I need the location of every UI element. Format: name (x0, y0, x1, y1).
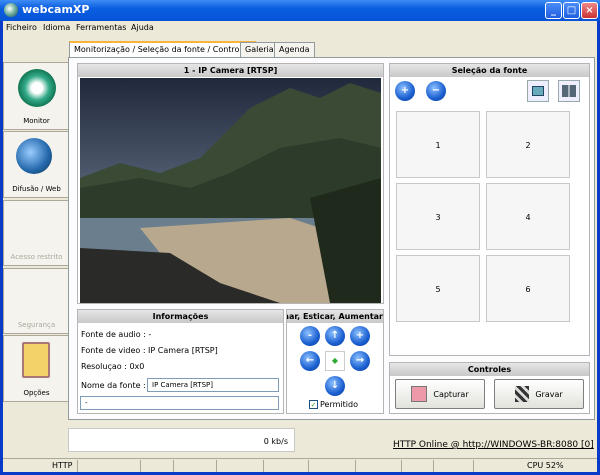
sidebar-item-security: Segurança (3, 268, 70, 334)
arrow-up-icon[interactable]: ↑ (325, 326, 345, 346)
main-window: Ficheiro Idioma Ferramentas Ajuda Monito… (3, 21, 597, 472)
status-mode: HTTP (52, 461, 73, 470)
http-status-link[interactable]: HTTP Online @ http://WINDOWS-BR:8080 [0] (393, 440, 594, 450)
title-bar: webcamXP _ □ × (0, 0, 600, 21)
bandwidth-display: 0 kb/s (68, 428, 295, 452)
sidebar-label: Opções (23, 389, 50, 397)
camera-capture-icon (411, 386, 428, 402)
remove-source-icon[interactable]: − (426, 81, 446, 101)
menu-ferramentas[interactable]: Ferramentas (76, 23, 126, 32)
camera-panel: 1 - IP Camera [RTSP] (77, 63, 384, 304)
source-name-label: Nome da fonte : (81, 381, 146, 390)
maximize-button[interactable]: □ (563, 2, 580, 19)
film-clapper-icon (515, 386, 530, 402)
arrow-left-icon[interactable]: ← (300, 351, 320, 371)
sidebar-label: Monitor (23, 117, 50, 125)
permitted-label: Permitido (320, 400, 358, 409)
sidebar-item-monitor[interactable]: Monitor (3, 62, 70, 130)
sidebar-item-restricted-access: Acesso restrito (3, 200, 70, 266)
zoom-out-icon[interactable]: - (300, 326, 320, 346)
status-bar: HTTP CPU 52% (3, 458, 597, 472)
sidebar-label: Segurança (17, 321, 56, 329)
clipboard-options-icon (22, 342, 50, 378)
sidebar-item-broadcast-web[interactable]: Difusão / Web (3, 131, 70, 198)
globe-computer-icon (16, 138, 52, 174)
add-source-icon[interactable]: + (395, 81, 415, 101)
grid-layout-icon[interactable] (558, 80, 580, 102)
center-icon[interactable]: ◆ (325, 351, 345, 371)
controls-panel: Controles Capturar Gravar (389, 362, 590, 414)
camera-title: 1 - IP Camera [RTSP] (78, 64, 383, 77)
tab-gallery[interactable]: Galeria (240, 42, 279, 57)
source-cell-2[interactable]: 2 (486, 111, 570, 178)
checkbox-checked-icon[interactable]: ✓ (309, 400, 318, 409)
video-source-text: Fonte de video : IP Camera [RTSP] (81, 346, 218, 355)
source-extra-input[interactable]: - (80, 396, 279, 410)
sidebar-label: Acesso restrito (10, 253, 63, 261)
fullscreen-icon[interactable] (527, 80, 549, 102)
beach-scene-image (80, 78, 381, 303)
source-selection-title: Seleção da fonte (390, 64, 589, 77)
source-selection-panel: Seleção da fonte + − 1 2 3 4 5 6 (389, 63, 590, 356)
app-icon (4, 3, 18, 17)
source-name-input[interactable]: IP Camera [RTSP] (147, 378, 279, 392)
minimize-button[interactable]: _ (545, 2, 562, 19)
camera-video-feed[interactable] (80, 78, 381, 303)
close-button[interactable]: × (581, 2, 598, 19)
tab-panel: 1 - IP Camera [RTSP] Informações Fonte d… (68, 57, 595, 420)
permitted-checkbox[interactable]: ✓ Permitido (309, 400, 358, 409)
audio-source-text: Fonte de audio : - (81, 330, 152, 339)
arrow-down-icon[interactable]: ↓ (325, 376, 345, 396)
menu-idioma[interactable]: Idioma (43, 23, 70, 32)
window-title: webcamXP (22, 3, 90, 16)
menu-ficheiro[interactable]: Ficheiro (6, 23, 37, 32)
info-panel: Informações Fonte de audio : - Fonte de … (77, 309, 284, 414)
source-cell-6[interactable]: 6 (486, 255, 570, 322)
tab-monitoring[interactable]: Monitorização / Seleção da fonte / Contr… (69, 41, 256, 57)
monitor-eye-icon (18, 69, 56, 107)
ptz-title: Aproximar, Esticar, Aumentar (287, 310, 383, 323)
source-cell-4[interactable]: 4 (486, 183, 570, 250)
capture-button[interactable]: Capturar (395, 379, 485, 409)
source-cell-1[interactable]: 1 (396, 111, 480, 178)
menu-bar: Ficheiro Idioma Ferramentas Ajuda (3, 21, 597, 35)
controls-title: Controles (390, 363, 589, 376)
menu-ajuda[interactable]: Ajuda (131, 23, 154, 32)
capture-label: Capturar (433, 389, 469, 399)
record-button[interactable]: Gravar (494, 379, 584, 409)
info-title: Informações (78, 310, 283, 323)
arrow-right-icon[interactable]: → (350, 351, 370, 371)
cpu-usage: CPU 52% (527, 461, 564, 470)
resolution-text: Resoluçao : 0x0 (81, 362, 145, 371)
sidebar-item-options[interactable]: Opções (3, 335, 70, 402)
zoom-in-icon[interactable]: + (350, 326, 370, 346)
tab-schedule[interactable]: Agenda (274, 42, 315, 57)
ptz-panel: Aproximar, Esticar, Aumentar - ↑ + ← ◆ →… (286, 309, 384, 414)
source-cell-5[interactable]: 5 (396, 255, 480, 322)
source-cell-3[interactable]: 3 (396, 183, 480, 250)
record-label: Gravar (535, 389, 563, 399)
sidebar-label: Difusão / Web (12, 185, 61, 193)
